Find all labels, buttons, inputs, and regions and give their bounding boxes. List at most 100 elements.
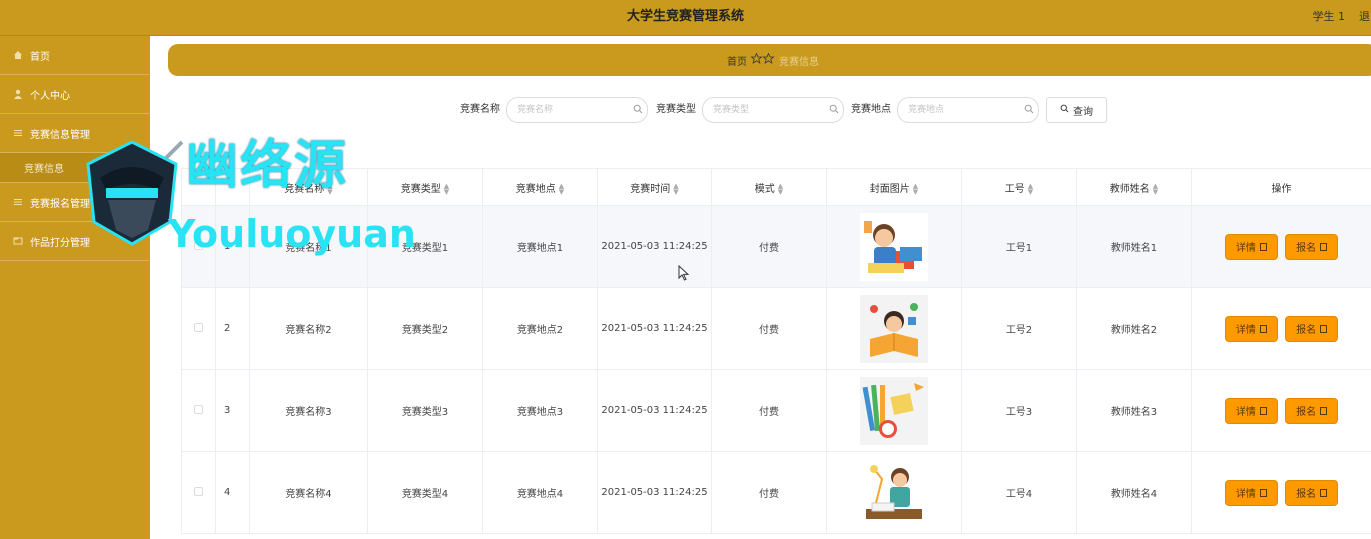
cell-teacher: 教师姓名3 <box>1076 369 1192 452</box>
cell-contest-name: 竞赛名称4 <box>249 451 368 534</box>
cell-contest-time: 2021-05-03 11:24:25 <box>597 205 712 288</box>
header-contest-time[interactable]: 竞赛时间 ▲ ▼ <box>597 168 712 206</box>
cell-actions: 详情 报名 <box>1191 205 1371 288</box>
document-icon <box>1259 406 1267 415</box>
cell-contest-place: 竞赛地点1 <box>482 205 598 288</box>
cell-cover <box>826 369 962 452</box>
table-header-row: 竞赛名称 ▲ ▼ 竞赛类型 ▲ ▼ 竞赛地点 ▲ ▼ 竞赛时间 ▲ ▼ 模式 ▲ ▼ 封面图片 ▲ ▼ … <box>181 168 1371 206</box>
search-icon <box>633 104 645 116</box>
cell-mode: 付费 <box>711 205 827 288</box>
document-icon <box>1320 406 1328 415</box>
cover-image[interactable] <box>860 294 928 363</box>
header-teacher[interactable]: 教师姓名 ▲ ▼ <box>1076 168 1192 206</box>
logout-link[interactable]: 退出 <box>1359 0 1371 34</box>
sort-icon: ▲ ▼ <box>558 181 565 196</box>
sort-icon: ▲ ▼ <box>1152 181 1159 196</box>
cell-empno: 工号2 <box>961 287 1077 370</box>
signup-button[interactable]: 报名 <box>1285 233 1339 260</box>
cover-image[interactable] <box>860 458 928 527</box>
detail-button[interactable]: 详情 <box>1224 479 1278 506</box>
contest-place-label: 竞赛地点 <box>851 104 891 115</box>
search-icon <box>1024 104 1036 116</box>
contest-type-input[interactable] <box>702 97 844 123</box>
cell-teacher: 教师姓名1 <box>1076 205 1192 288</box>
cell-mode: 付费 <box>711 369 827 452</box>
row-index: 4 <box>215 451 250 534</box>
table-row: 2 竞赛名称2 竞赛类型2 竞赛地点2 2021-05-03 11:24:25 … <box>181 287 1371 370</box>
cell-contest-place: 竞赛地点2 <box>482 287 598 370</box>
sort-icon: ▲ ▼ <box>673 181 679 196</box>
signup-button[interactable]: 报名 <box>1285 397 1339 424</box>
row-index: 3 <box>215 369 250 452</box>
query-button-label: 查询 <box>1073 106 1093 118</box>
breadcrumb-current: 竞赛信息 <box>779 56 819 68</box>
sidebar: 首页 个人中心 竞赛信息管理 竞赛信息 竞赛报名管理 作品打分管理 <box>0 36 150 539</box>
sort-icon: ▲ ▼ <box>912 181 919 196</box>
sidebar-item-label: 个人中心 <box>30 90 70 102</box>
query-button[interactable]: 查询 <box>1046 97 1107 123</box>
top-header: 大学生竞赛管理系统 学生 1 退出 <box>0 0 1371 36</box>
signup-button[interactable]: 报名 <box>1285 479 1339 506</box>
row-checkbox[interactable] <box>194 322 203 332</box>
cell-actions: 详情 报名 <box>1191 451 1371 534</box>
sort-icon: ▲ ▼ <box>1027 181 1034 196</box>
breadcrumb-home[interactable]: 首页 <box>727 53 747 68</box>
search-bar: 竞赛名称 竞赛类型 竞赛地点 查询 <box>150 97 1371 123</box>
document-icon <box>1320 488 1328 497</box>
row-index: 2 <box>215 287 250 370</box>
cell-contest-type: 竞赛类型3 <box>367 369 483 452</box>
star-icon <box>750 52 775 67</box>
detail-button[interactable]: 详情 <box>1224 397 1278 424</box>
cell-cover <box>826 287 962 370</box>
cell-empno: 工号1 <box>961 205 1077 288</box>
table-row: 3 竞赛名称3 竞赛类型3 竞赛地点3 2021-05-03 11:24:25 … <box>181 369 1371 452</box>
cell-teacher: 教师姓名2 <box>1076 287 1192 370</box>
cell-contest-name: 竞赛名称2 <box>249 287 368 370</box>
search-icon <box>829 104 841 116</box>
header-mode[interactable]: 模式 ▲ ▼ <box>711 168 827 206</box>
header-empno[interactable]: 工号 ▲ ▼ <box>961 168 1077 206</box>
watermark-en: Youluoyuan <box>168 212 416 256</box>
cell-contest-place: 竞赛地点4 <box>482 451 598 534</box>
detail-button[interactable]: 详情 <box>1224 315 1278 342</box>
document-icon <box>1320 242 1328 251</box>
document-icon <box>1259 488 1267 497</box>
list-icon <box>12 196 24 208</box>
sidebar-item-label: 竞赛信息 <box>24 164 64 175</box>
contest-name-input[interactable] <box>506 97 648 123</box>
row-checkbox[interactable] <box>194 404 203 414</box>
cell-contest-type: 竞赛类型4 <box>367 451 483 534</box>
signup-button[interactable]: 报名 <box>1285 315 1339 342</box>
document-icon <box>1259 324 1267 333</box>
cell-contest-time: 2021-05-03 11:24:25 <box>597 451 712 534</box>
cell-teacher: 教师姓名4 <box>1076 451 1192 534</box>
header-contest-place[interactable]: 竞赛地点 ▲ ▼ <box>482 168 598 206</box>
sidebar-item-home[interactable]: 首页 <box>0 36 150 75</box>
cover-image[interactable] <box>860 376 928 445</box>
cell-cover <box>826 205 962 288</box>
cell-mode: 付费 <box>711 451 827 534</box>
list-icon <box>12 127 24 139</box>
contest-type-label: 竞赛类型 <box>656 104 696 115</box>
breadcrumb: 首页 竞赛信息 <box>168 44 1371 76</box>
cell-contest-name: 竞赛名称3 <box>249 369 368 452</box>
row-checkbox[interactable] <box>194 486 203 496</box>
main-content: 首页 竞赛信息 竞赛名称 竞赛类型 竞赛地点 查询 <box>150 36 1371 539</box>
current-user[interactable]: 学生 1 <box>1313 0 1346 34</box>
folder-icon <box>12 235 24 247</box>
document-icon <box>1259 242 1267 251</box>
cell-contest-time: 2021-05-03 11:24:25 <box>597 287 712 370</box>
cell-cover <box>826 451 962 534</box>
user-icon <box>12 88 24 100</box>
sidebar-item-profile[interactable]: 个人中心 <box>0 75 150 114</box>
table-row: 4 竞赛名称4 竞赛类型4 竞赛地点4 2021-05-03 11:24:25 … <box>181 451 1371 534</box>
detail-button[interactable]: 详情 <box>1224 233 1278 260</box>
cover-image[interactable] <box>860 212 928 281</box>
contest-place-input[interactable] <box>897 97 1039 123</box>
sort-icon: ▲ ▼ <box>777 181 784 196</box>
header-contest-type[interactable]: 竞赛类型 ▲ ▼ <box>367 168 483 206</box>
cell-contest-place: 竞赛地点3 <box>482 369 598 452</box>
watermark-cn: 幽络源 <box>186 136 349 196</box>
header-cover[interactable]: 封面图片 ▲ ▼ <box>826 168 962 206</box>
sidebar-item-label: 首页 <box>30 51 50 63</box>
